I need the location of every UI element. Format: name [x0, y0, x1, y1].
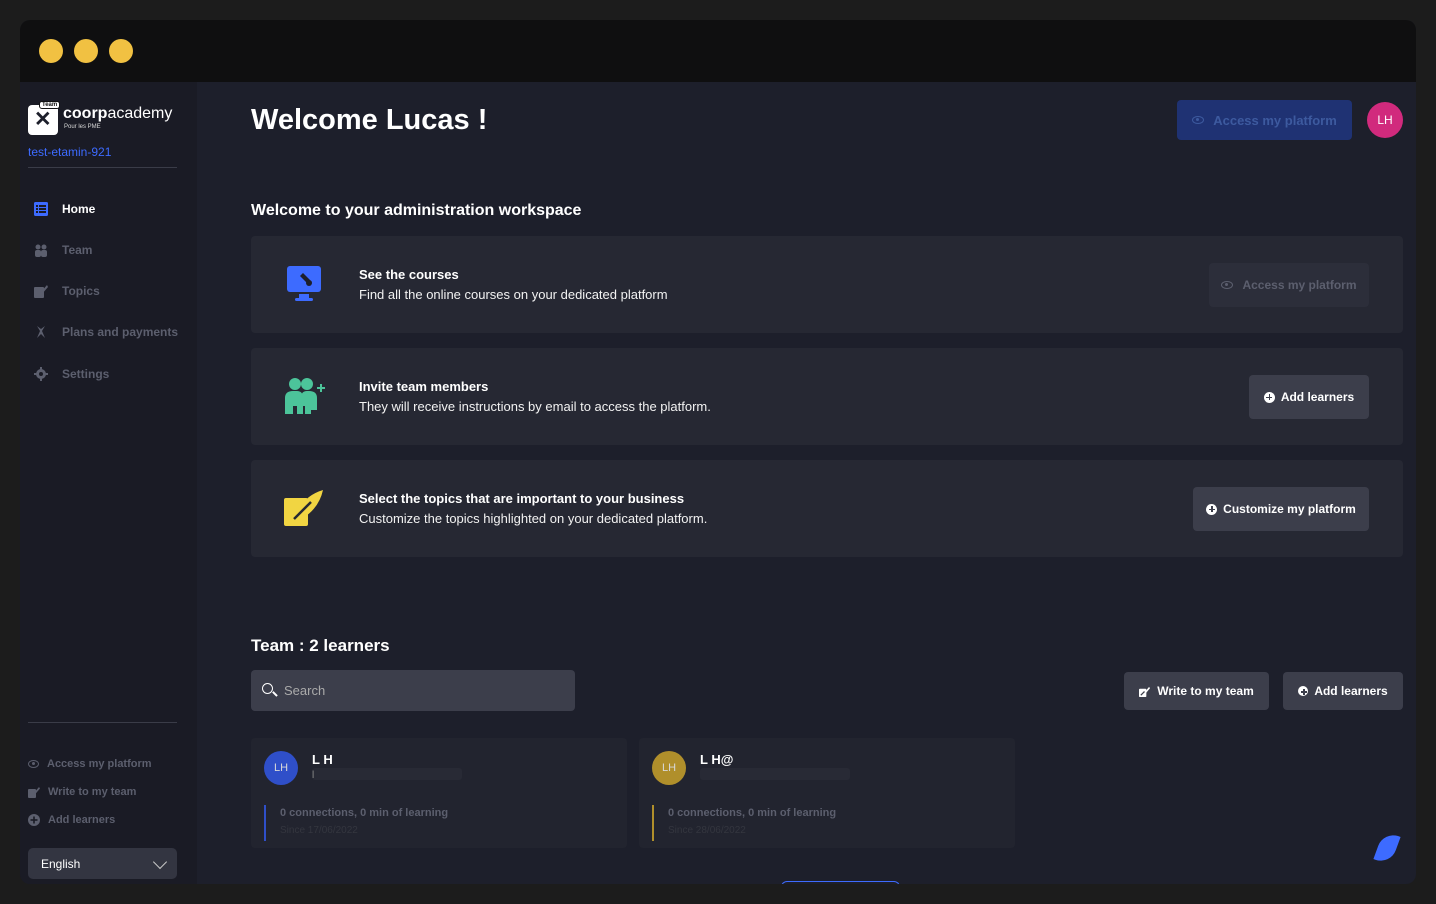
nav-item-settings[interactable]: Settings: [28, 362, 188, 386]
brand-name: coorpacademy: [63, 105, 172, 123]
card-description: Find all the online courses on your dedi…: [359, 287, 668, 302]
brand-suffix: academy: [107, 105, 173, 122]
plus-circle-icon: [1263, 391, 1275, 403]
nav-label: Home: [62, 202, 96, 216]
brand-prefix: coorp: [63, 105, 108, 122]
app-window: ✕ Team coorpacademy Pour les PME test-et…: [20, 20, 1416, 884]
card-invite-team: Invite team members They will receive in…: [251, 348, 1403, 445]
logo-tag: Team: [39, 101, 61, 109]
card-see-courses: See the courses Find all the online cour…: [251, 236, 1403, 333]
nav-item-topics[interactable]: Topics: [28, 279, 188, 303]
user-avatar[interactable]: LH: [1367, 102, 1403, 138]
button-label: Customize my platform: [1223, 502, 1356, 516]
workspace-title: Welcome to your administration workspace: [251, 202, 582, 219]
button-label: Access my platform: [1242, 278, 1357, 292]
link-label: Access my platform: [47, 758, 152, 770]
card-title: See the courses: [359, 267, 459, 282]
learner-name: L H: [312, 752, 333, 767]
learner-since: Since 17/06/2022: [280, 825, 358, 836]
link-label: Write to my team: [48, 786, 137, 798]
coorp-logo-icon: ✕ Team: [28, 101, 61, 135]
monitor-course-icon: [287, 266, 321, 301]
access-platform-button[interactable]: Access my platform: [1177, 100, 1352, 140]
window-close-button[interactable]: [39, 39, 63, 63]
card-title: Invite team members: [359, 379, 489, 394]
sidebar-access-platform-link[interactable]: Access my platform: [28, 758, 152, 770]
learner-stats: 0 connections, 0 min of learning: [280, 807, 449, 819]
eye-icon: [1192, 116, 1205, 124]
people-add-icon: [285, 378, 325, 414]
link-label: Add learners: [48, 814, 116, 826]
chevron-down-icon: [152, 854, 168, 870]
team-icon: [35, 244, 47, 257]
avatar: LH: [264, 751, 298, 785]
learner-card[interactable]: LH L H l 0 connections, 0 min of learnin…: [251, 738, 627, 848]
customize-platform-button[interactable]: Customize my platform: [1193, 487, 1369, 531]
topics-edit-icon: [34, 285, 48, 298]
add-learners-card-button[interactable]: Add learners: [1249, 375, 1369, 419]
nav-label: Team: [62, 243, 93, 257]
card-description: Customize the topics highlighted on your…: [359, 511, 708, 526]
window-maximize-button[interactable]: [109, 39, 133, 63]
learner-since: Since 28/06/2022: [668, 825, 746, 836]
main-content: Welcome Lucas ! Access my platform LH We…: [197, 82, 1416, 884]
learner-name: L H@: [700, 752, 734, 767]
language-select[interactable]: English: [28, 848, 177, 879]
learner-stats: 0 connections, 0 min of learning: [668, 807, 837, 819]
search-input[interactable]: Search: [251, 670, 575, 711]
learner-email: l: [312, 770, 315, 781]
plans-icon: [37, 326, 45, 338]
organization-name: test-etamin-921: [28, 145, 112, 159]
avatar: LH: [652, 751, 686, 785]
edit-icon: [28, 787, 40, 798]
sidebar-write-team-link[interactable]: Write to my team: [28, 786, 136, 798]
sidebar-add-learners-link[interactable]: Add learners: [28, 814, 115, 826]
topics-edit-icon: [284, 490, 323, 526]
nav-label: Settings: [62, 367, 110, 381]
eye-icon: [1221, 281, 1234, 289]
add-learners-button[interactable]: Add learners: [1283, 672, 1403, 710]
card-description: They will receive instructions by email …: [359, 399, 711, 414]
eye-icon: [28, 760, 39, 768]
nav-label: Topics: [62, 284, 100, 298]
home-list-icon: [34, 202, 48, 216]
edit-icon: [1139, 686, 1151, 697]
button-label: Add learners: [1280, 390, 1355, 404]
learner-card[interactable]: LH L H@ 0 connections, 0 min of learning…: [639, 738, 1015, 848]
nav-item-plans-and-payments[interactable]: Plans and payments: [28, 320, 188, 344]
divider: [28, 167, 177, 168]
gear-icon: [34, 367, 48, 381]
button-label: Write to my team: [1157, 684, 1254, 698]
nav-label: Plans and payments: [62, 325, 179, 339]
nav-item-home[interactable]: Home: [28, 197, 188, 221]
language-value: English: [41, 856, 81, 871]
button-label: Add learners: [1314, 684, 1388, 698]
sidebar: ✕ Team coorpacademy Pour les PME test-et…: [20, 82, 197, 884]
load-more-indicator[interactable]: [781, 881, 900, 884]
divider: [28, 722, 177, 723]
plus-circle-icon: [28, 814, 40, 826]
page-title: Welcome Lucas !: [251, 104, 488, 136]
plus-circle-icon: [1298, 686, 1309, 696]
write-to-team-button[interactable]: Write to my team: [1124, 672, 1269, 710]
card-title: Select the topics that are important to …: [359, 491, 685, 506]
plus-circle-icon: [1206, 503, 1218, 515]
nav-item-team[interactable]: Team: [28, 238, 188, 262]
search-placeholder: Search: [284, 683, 326, 698]
access-platform-card-button[interactable]: Access my platform: [1209, 263, 1369, 307]
button-label: Access my platform: [1213, 112, 1337, 128]
card-select-topics: Select the topics that are important to …: [251, 460, 1403, 557]
brand-subtitle: Pour les PME: [64, 124, 101, 130]
window-minimize-button[interactable]: [74, 39, 98, 63]
team-title: Team : 2 learners: [251, 636, 390, 655]
window-titlebar: [20, 20, 1416, 82]
